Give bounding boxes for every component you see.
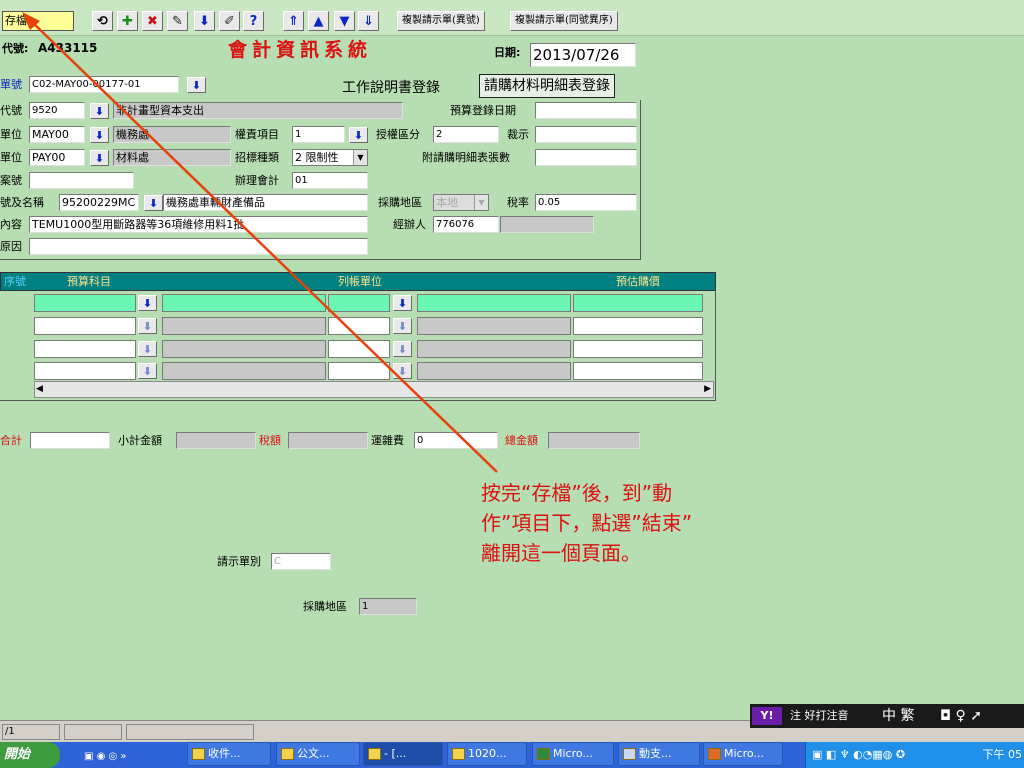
yahoo-icon[interactable]: Y! (752, 707, 782, 725)
taskbar-button-4[interactable]: 1020... (447, 742, 527, 766)
system-tray: ▣ ◧ ♆ ◐◔▦◍ ✪ 下午 05 (805, 742, 1024, 768)
document-icon (281, 748, 294, 760)
annotation-line-3: 離開這一個頁面。 (481, 541, 641, 565)
ime-bar: Y! 注 好打注音 中 繁 ◘ ♀ ➚ (750, 704, 1024, 728)
mail-icon (192, 748, 205, 760)
ime-label: 注 好打注音 (790, 709, 849, 722)
quicklaunch-icons[interactable]: ▣ ◉ ◎ » (84, 746, 127, 768)
powerpoint-icon (708, 748, 721, 760)
annotation-arrow (22, 12, 498, 473)
ime-settings-icon[interactable]: ◘ ♀ ➚ (940, 704, 982, 728)
word-icon (623, 748, 636, 760)
folder-icon (452, 748, 465, 760)
taskbar-button-1[interactable]: 收件... (187, 742, 271, 766)
annotation-line-2: 作”項目下，點選”結束” (481, 511, 693, 535)
annotation-line-1: 按完“存檔”後，到”動 (481, 481, 673, 505)
app-icon (368, 748, 381, 760)
status-pane-2 (64, 724, 122, 740)
status-pane-3 (126, 724, 254, 740)
status-page: /1 (2, 724, 60, 740)
taskbar-button-5[interactable]: Micro... (532, 742, 614, 766)
clock: 下午 05 (982, 748, 1023, 761)
ime-mode[interactable]: 中 繁 (882, 704, 914, 728)
taskbar-button-7[interactable]: Micro... (703, 742, 783, 766)
taskbar-button-2[interactable]: 公文... (276, 742, 360, 766)
start-button[interactable]: 開始 (0, 742, 60, 768)
excel-icon (537, 748, 550, 760)
taskbar-button-3[interactable]: - [... (363, 742, 443, 766)
tray-icons[interactable]: ▣ ◧ ♆ ◐◔▦◍ ✪ (812, 742, 905, 768)
taskbar-button-6[interactable]: 動支... (618, 742, 700, 766)
